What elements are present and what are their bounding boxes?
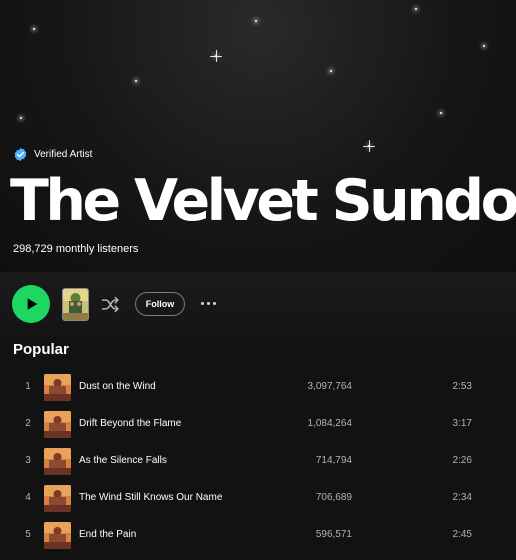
more-options-icon xyxy=(212,301,216,305)
track-cover-image xyxy=(44,485,71,512)
verified-badge-icon xyxy=(14,147,27,162)
play-button[interactable] xyxy=(12,285,50,323)
track-title: Dust on the Wind xyxy=(79,381,156,392)
shuffle-icon xyxy=(101,296,119,312)
follow-button[interactable]: Follow xyxy=(135,292,185,316)
track-title: The Wind Still Knows Our Name xyxy=(79,492,223,503)
track-title: End the Pain xyxy=(79,529,137,540)
track-play-count: 706,689 xyxy=(315,492,352,503)
track-number: 3 xyxy=(25,455,31,466)
album-art-image xyxy=(63,289,88,320)
track-duration: 3:17 xyxy=(452,418,472,429)
preview-thumbnail[interactable] xyxy=(62,288,89,321)
album-art-image xyxy=(44,374,71,401)
popular-section: Popular 1 Dust on the Wind 3,097,764 2:5… xyxy=(0,336,516,560)
track-cover-image xyxy=(44,448,71,475)
verified-label: Verified Artist xyxy=(34,149,93,160)
monthly-listeners: 298,729 monthly listeners xyxy=(13,243,139,255)
star xyxy=(440,112,442,114)
track-play-count: 714,794 xyxy=(315,455,352,466)
track-row[interactable]: 3 As the Silence Falls 714,794 2:26 xyxy=(0,444,516,481)
star xyxy=(135,80,137,82)
star xyxy=(20,117,22,119)
star xyxy=(363,140,375,152)
more-options-icon xyxy=(200,301,204,305)
album-art-image xyxy=(44,522,71,549)
track-row[interactable]: 2 Drift Beyond the Flame 1,084,264 3:17 xyxy=(0,407,516,444)
album-art-image xyxy=(44,411,71,438)
verified-artist-badge: Verified Artist xyxy=(13,147,92,162)
more-options-icon xyxy=(206,301,210,305)
track-duration: 2:26 xyxy=(452,455,472,466)
star xyxy=(210,50,222,62)
star xyxy=(415,8,417,10)
track-play-count: 596,571 xyxy=(315,529,352,540)
album-art-image xyxy=(44,485,71,512)
album-art-image xyxy=(44,448,71,475)
track-cover-image xyxy=(44,374,71,401)
track-play-count: 1,084,264 xyxy=(307,418,353,429)
star xyxy=(330,70,332,72)
track-title: Drift Beyond the Flame xyxy=(79,418,182,429)
track-cover-image xyxy=(44,522,71,549)
track-number: 5 xyxy=(25,529,31,540)
track-duration: 2:34 xyxy=(452,492,472,503)
play-icon xyxy=(27,298,38,310)
star xyxy=(255,20,257,22)
star xyxy=(33,28,35,30)
artist-name: The Velvet Sundown xyxy=(10,168,516,234)
track-row[interactable]: 5 End the Pain 596,571 2:45 xyxy=(0,518,516,555)
shuffle-button[interactable] xyxy=(98,292,122,316)
track-duration: 2:53 xyxy=(452,381,472,392)
track-number: 4 xyxy=(25,492,31,503)
track-duration: 2:45 xyxy=(452,529,472,540)
more-options-button[interactable] xyxy=(196,292,220,314)
track-number: 2 xyxy=(25,418,31,429)
track-number: 1 xyxy=(25,381,31,392)
action-bar: Follow xyxy=(0,272,516,336)
track-row[interactable]: 4 The Wind Still Knows Our Name 706,689 … xyxy=(0,481,516,518)
artist-header: Verified Artist The Velvet Sundown 298,7… xyxy=(0,0,516,272)
track-play-count: 3,097,764 xyxy=(307,381,353,392)
track-title: As the Silence Falls xyxy=(79,455,167,466)
track-list: 1 Dust on the Wind 3,097,764 2:53 2 Drif… xyxy=(0,370,516,555)
track-row[interactable]: 1 Dust on the Wind 3,097,764 2:53 xyxy=(0,370,516,407)
section-title: Popular xyxy=(13,341,69,358)
star xyxy=(483,45,485,47)
track-cover-image xyxy=(44,411,71,438)
